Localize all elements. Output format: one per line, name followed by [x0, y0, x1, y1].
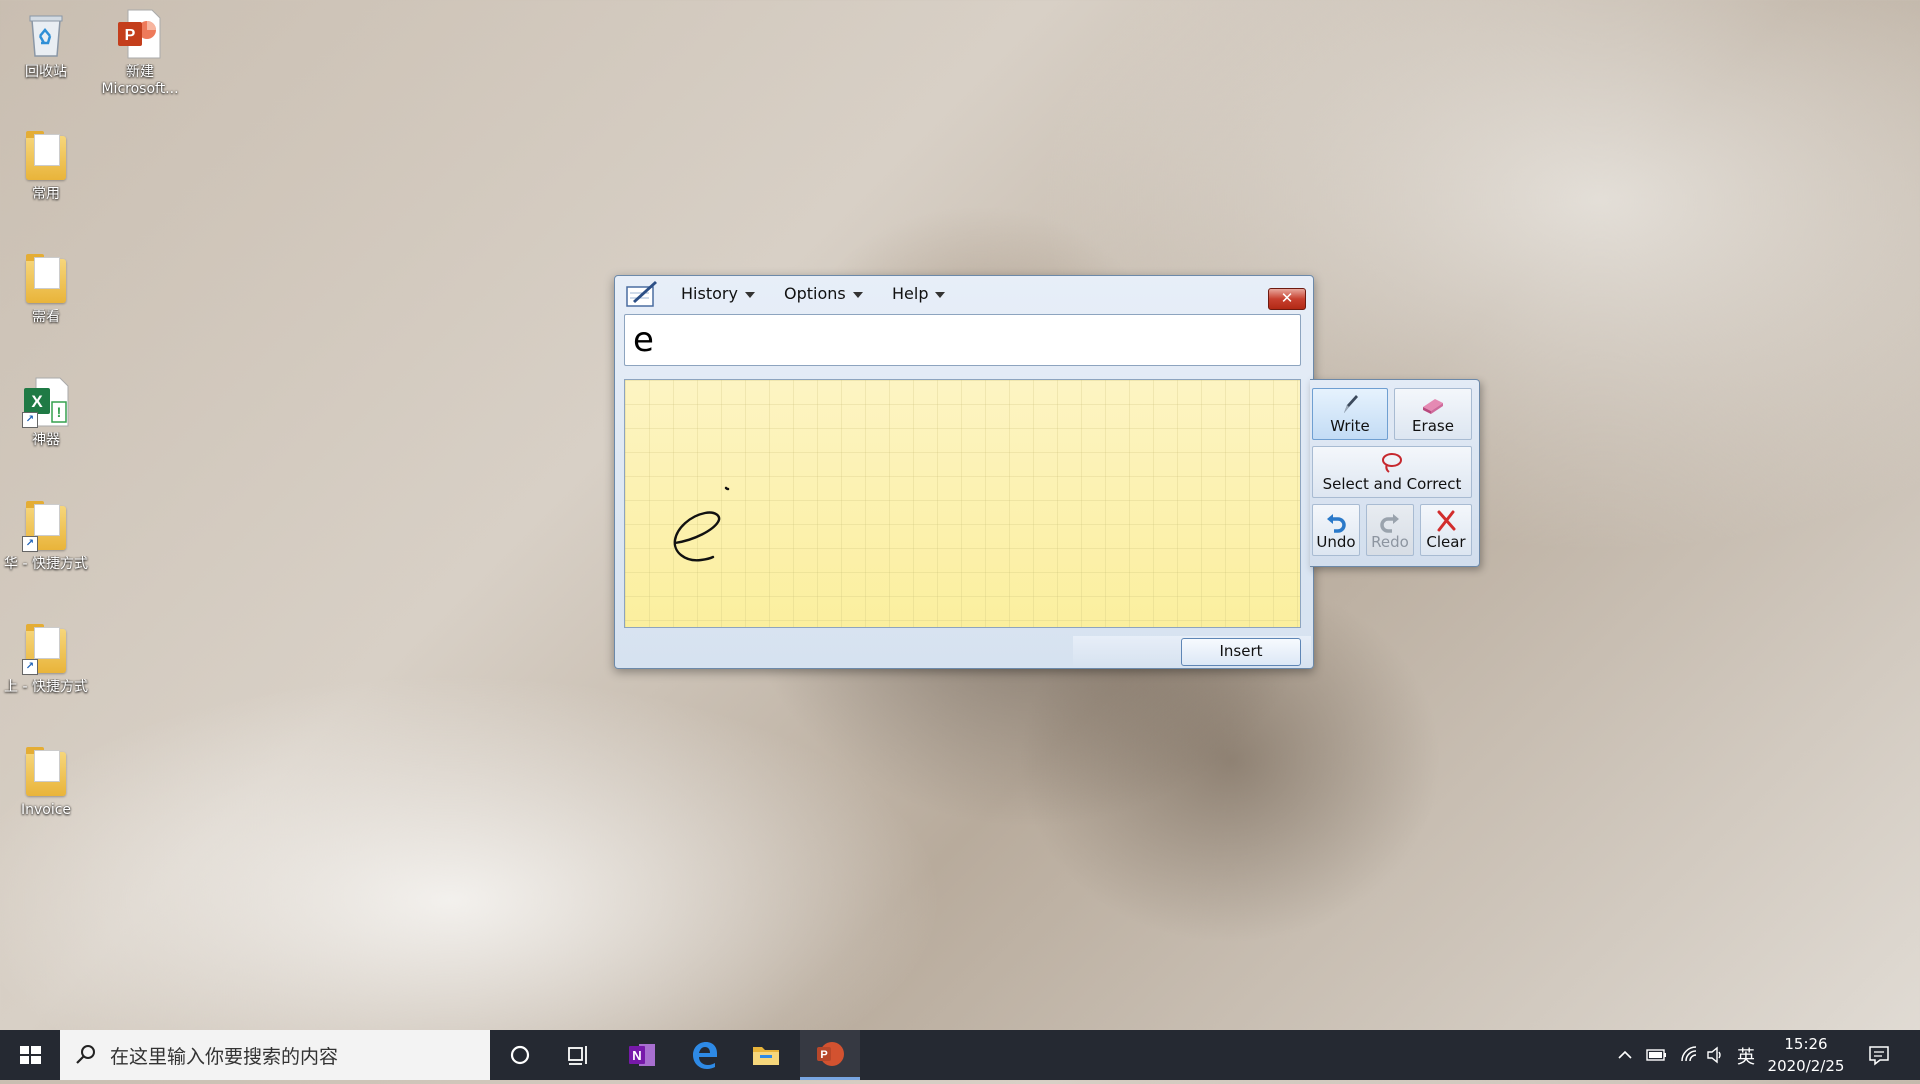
svg-text:P: P	[125, 27, 136, 44]
history-menu-label: History	[681, 284, 738, 303]
desktop-icon-label: 华 - 快捷方式	[4, 556, 88, 572]
desktop-icon-recycle-bin[interactable]: 回收站	[0, 8, 92, 81]
recognized-text-field[interactable]: e	[624, 314, 1301, 366]
help-menu-label: Help	[892, 284, 929, 303]
desktop-icon-folder-shortcut-shang[interactable]: ↗ 上 - 快捷方式	[0, 623, 92, 696]
chevron-down-icon	[852, 291, 863, 298]
pen-icon	[1344, 395, 1358, 413]
edge-button[interactable]	[674, 1030, 734, 1080]
undo-label: Undo	[1316, 533, 1356, 551]
search-icon	[76, 1045, 95, 1064]
erase-button[interactable]: Erase	[1394, 388, 1472, 440]
task-view-icon	[568, 1046, 587, 1065]
file-explorer-button[interactable]	[736, 1030, 796, 1080]
excel-file-icon: X ! ↗	[22, 376, 70, 428]
clock[interactable]: 15:26 2020/2/25	[1758, 1033, 1854, 1077]
title-bar[interactable]: History Options Help ✕	[615, 276, 1313, 312]
write-label: Write	[1330, 417, 1370, 435]
chevron-down-icon	[935, 291, 946, 298]
writing-pad[interactable]	[624, 379, 1301, 628]
search-placeholder: 在这里输入你要搜索的内容	[110, 1045, 339, 1068]
desktop-icon-folder-shortcut-hua[interactable]: ↗ 华 - 快捷方式	[0, 500, 92, 573]
shortcut-arrow-icon: ↗	[22, 659, 38, 675]
shortcut-arrow-icon: ↗	[22, 536, 38, 552]
svg-text:!: !	[57, 404, 62, 420]
handwriting-input-panel: History Options Help ✕ e Insert	[614, 275, 1314, 669]
desktop-icon-folder-invoice[interactable]: Invoice	[0, 746, 92, 819]
tool-panel: Write Erase Select and Correct Undo Redo	[1310, 379, 1480, 567]
folder-shortcut-icon: ↗	[22, 500, 70, 552]
desktop-icon-excel-file[interactable]: X ! ↗ 神器	[0, 376, 92, 449]
svg-text:X: X	[31, 392, 43, 411]
ime-indicator[interactable]: 英	[1737, 1043, 1755, 1069]
pen-tablet-icon	[625, 279, 659, 309]
desktop-icon-label-line1: 新建	[126, 64, 154, 80]
desktop-icon-folder-xukan[interactable]: 需看	[0, 253, 92, 326]
desktop-icon-label-line2: Microsoft...	[101, 81, 179, 97]
close-icon: ✕	[1280, 289, 1294, 307]
ink-strokes	[673, 486, 730, 562]
desktop-icon-label: 上 - 快捷方式	[4, 679, 88, 695]
edge-icon	[693, 1042, 717, 1069]
powerpoint-file-icon: P	[116, 8, 164, 60]
svg-text:N: N	[632, 1048, 641, 1063]
write-button[interactable]: Write	[1312, 388, 1388, 440]
desktop-icon-label: 回收站	[25, 64, 67, 80]
clear-label: Clear	[1426, 533, 1466, 551]
battery-icon[interactable]	[1646, 1046, 1668, 1064]
cortana-icon	[510, 1045, 530, 1065]
clear-x-icon	[1437, 510, 1456, 532]
select-and-correct-label: Select and Correct	[1322, 475, 1462, 493]
onenote-button[interactable]: N	[612, 1030, 672, 1080]
folder-icon	[22, 746, 70, 798]
history-menu[interactable]: History	[681, 284, 755, 303]
desktop-icon-label: 常用	[32, 186, 60, 202]
eraser-icon	[1423, 399, 1443, 414]
select-and-correct-button[interactable]: Select and Correct	[1312, 446, 1472, 498]
close-button[interactable]: ✕	[1268, 288, 1306, 310]
cortana-button[interactable]	[490, 1030, 550, 1080]
lasso-icon	[1382, 453, 1402, 473]
help-menu[interactable]: Help	[892, 284, 946, 303]
chevron-up-icon[interactable]	[1617, 1047, 1633, 1063]
clear-button[interactable]: Clear	[1420, 504, 1472, 556]
file-explorer-icon	[753, 1047, 779, 1065]
erase-label: Erase	[1412, 417, 1454, 435]
task-view-button[interactable]	[550, 1030, 610, 1080]
desktop-icon-folder-changyong[interactable]: 常用	[0, 130, 92, 203]
clock-date: 2020/2/25	[1767, 1057, 1845, 1075]
windows-logo-icon	[20, 1046, 41, 1064]
svg-text:P: P	[820, 1049, 827, 1061]
start-button[interactable]	[0, 1030, 60, 1080]
insert-button[interactable]: Insert	[1181, 638, 1301, 666]
folder-shortcut-icon: ↗	[22, 623, 70, 675]
onenote-icon: N	[629, 1044, 655, 1066]
undo-icon	[1327, 514, 1346, 533]
options-menu-label: Options	[784, 284, 846, 303]
folder-icon	[22, 130, 70, 182]
volume-icon[interactable]	[1705, 1045, 1725, 1065]
desktop-icon-label: 神器	[32, 432, 60, 448]
desktop-icon-label: Invoice	[20, 802, 72, 818]
clock-time: 15:26	[1784, 1035, 1828, 1053]
redo-label: Redo	[1371, 533, 1409, 551]
notification-icon[interactable]	[1868, 1044, 1890, 1066]
taskbar: 在这里输入你要搜索的内容 N P 英 15:26 2020/2/25	[0, 1030, 1920, 1080]
redo-icon	[1380, 514, 1399, 533]
recycle-bin-icon	[22, 8, 70, 60]
search-input[interactable]: 在这里输入你要搜索的内容	[60, 1030, 490, 1080]
chevron-down-icon	[744, 291, 755, 298]
desktop-icon-powerpoint-file[interactable]: P 新建 Microsoft...	[94, 8, 186, 98]
desktop-icon-label: 需看	[32, 309, 60, 325]
undo-button[interactable]: Undo	[1312, 504, 1360, 556]
shortcut-arrow-icon: ↗	[22, 412, 38, 428]
powerpoint-button[interactable]: P	[800, 1030, 860, 1080]
options-menu[interactable]: Options	[784, 284, 863, 303]
powerpoint-icon: P	[817, 1041, 844, 1066]
folder-icon	[22, 253, 70, 305]
wifi-icon[interactable]	[1679, 1044, 1699, 1064]
redo-button[interactable]: Redo	[1366, 504, 1414, 556]
